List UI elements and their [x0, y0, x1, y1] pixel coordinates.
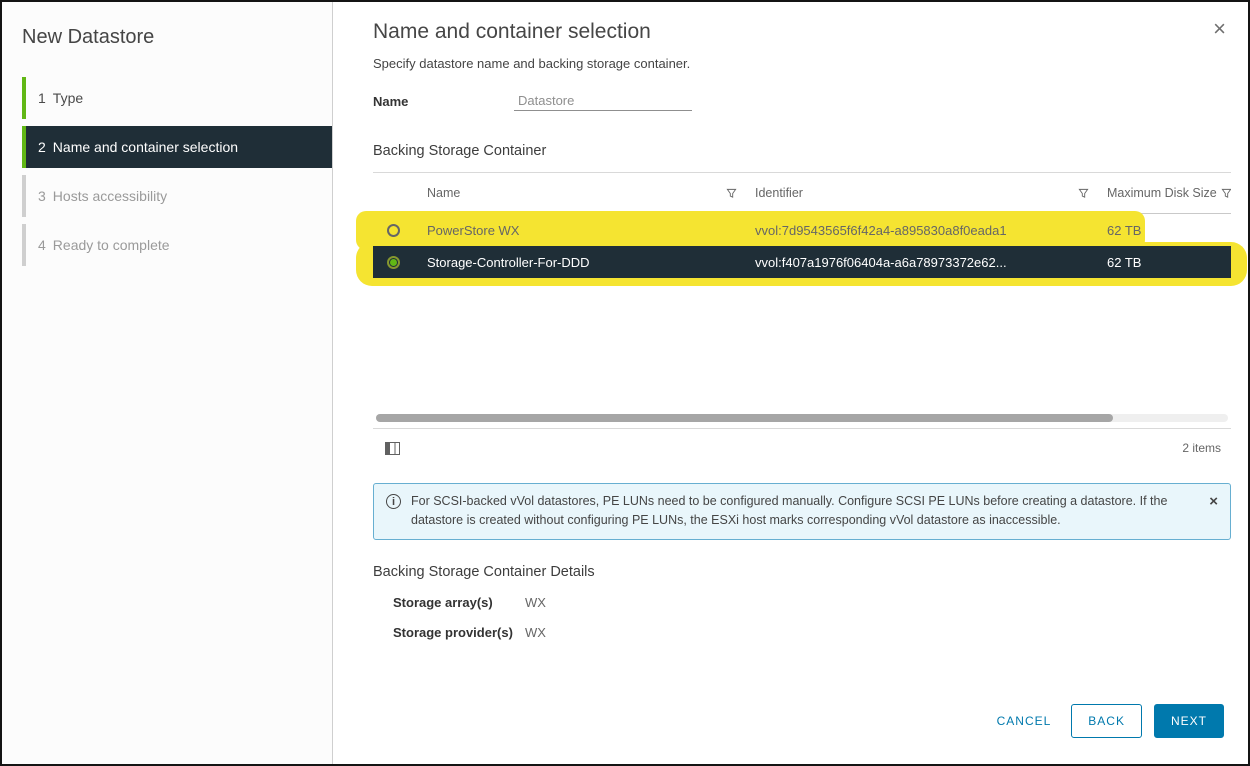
detail-row-storage-array: Storage array(s) WX: [373, 595, 1192, 610]
radio-selected[interactable]: [387, 256, 400, 269]
detail-value: WX: [525, 595, 546, 610]
page-title: Name and container selection: [373, 20, 1192, 44]
storage-container-table: Name Identifier Maximum Disk Size: [373, 172, 1231, 467]
info-banner: i For SCSI-backed vVol datastores, PE LU…: [373, 483, 1231, 540]
table-row-storage-controller-for-ddd[interactable]: Storage-Controller-For-DDD vvol:f407a197…: [373, 246, 1231, 278]
step-ready-to-complete[interactable]: 4 Ready to complete: [22, 224, 332, 266]
filter-icon[interactable]: [726, 188, 737, 199]
cell-max-disk-size: 62 TB: [1097, 255, 1231, 270]
step-type[interactable]: 1 Type: [22, 77, 332, 119]
radio-column-header: [373, 173, 417, 213]
column-label: Name: [427, 186, 460, 200]
section-container-details: Backing Storage Container Details: [373, 564, 1192, 580]
table-footer: 2 items: [373, 428, 1231, 467]
cell-max-disk-size: 62 TB: [1097, 223, 1231, 238]
step-label: Type: [53, 90, 83, 106]
table-row-powerstore-wx[interactable]: PowerStore WX vvol:7d9543565f6f42a4-a895…: [373, 214, 1231, 246]
next-button[interactable]: NEXT: [1154, 704, 1224, 738]
name-field-row: Name: [373, 91, 1192, 111]
detail-label: Storage array(s): [393, 595, 525, 610]
info-icon: i: [386, 494, 401, 509]
step-hosts-accessibility[interactable]: 3 Hosts accessibility: [22, 175, 332, 217]
detail-value: WX: [525, 625, 546, 640]
table-header: Name Identifier Maximum Disk Size: [373, 172, 1231, 214]
wizard-content: Name and container selection Specify dat…: [334, 2, 1192, 640]
detail-label: Storage provider(s): [393, 625, 525, 640]
items-count: 2 items: [1182, 441, 1221, 455]
wizard-main-panel: × Name and container selection Specify d…: [334, 2, 1248, 764]
scrollbar-thumb[interactable]: [376, 414, 1113, 422]
step-number: 1: [38, 90, 46, 106]
page-subtitle: Specify datastore name and backing stora…: [373, 56, 1192, 71]
datastore-name-input[interactable]: [514, 91, 692, 111]
step-number: 4: [38, 237, 46, 253]
column-header-identifier[interactable]: Identifier: [745, 173, 1097, 213]
wizard-steps: 1 Type 2 Name and container selection 3 …: [22, 77, 332, 266]
step-number: 2: [38, 139, 46, 155]
name-label: Name: [373, 94, 514, 109]
close-icon[interactable]: ×: [1213, 18, 1226, 40]
cancel-button[interactable]: CANCEL: [989, 706, 1060, 736]
column-header-max-disk-size[interactable]: Maximum Disk Size: [1097, 173, 1231, 213]
back-button[interactable]: BACK: [1071, 704, 1142, 738]
table-body: PowerStore WX vvol:7d9543565f6f42a4-a895…: [373, 214, 1231, 428]
step-label: Hosts accessibility: [53, 188, 167, 204]
wizard-actions: CANCEL BACK NEXT: [989, 704, 1224, 738]
cell-identifier: vvol:f407a1976f06404a-a6a78973372e62...: [745, 255, 1097, 270]
filter-icon[interactable]: [1078, 188, 1089, 199]
banner-close-icon[interactable]: ×: [1209, 493, 1218, 510]
step-label: Name and container selection: [53, 139, 238, 155]
column-label: Maximum Disk Size: [1107, 186, 1217, 200]
step-name-and-container-selection[interactable]: 2 Name and container selection: [22, 126, 332, 168]
step-number: 3: [38, 188, 46, 204]
section-backing-storage-container: Backing Storage Container: [373, 143, 1192, 159]
column-toggle-icon[interactable]: [385, 442, 400, 455]
cell-name: Storage-Controller-For-DDD: [417, 255, 745, 270]
column-header-name[interactable]: Name: [417, 173, 745, 213]
info-banner-text: For SCSI-backed vVol datastores, PE LUNs…: [411, 492, 1199, 531]
wizard-title: New Datastore: [2, 2, 332, 49]
horizontal-scrollbar[interactable]: [376, 414, 1228, 422]
step-label: Ready to complete: [53, 237, 170, 253]
cell-identifier: vvol:7d9543565f6f42a4-a895830a8f0eada1: [745, 223, 1097, 238]
column-label: Identifier: [755, 186, 803, 200]
cell-name: PowerStore WX: [417, 223, 745, 238]
filter-icon[interactable]: [1221, 188, 1231, 199]
radio-unselected[interactable]: [387, 224, 400, 237]
detail-row-storage-provider: Storage provider(s) WX: [373, 625, 1192, 640]
wizard-sidebar: New Datastore 1 Type 2 Name and containe…: [2, 2, 333, 764]
new-datastore-dialog: New Datastore 1 Type 2 Name and containe…: [0, 0, 1250, 766]
